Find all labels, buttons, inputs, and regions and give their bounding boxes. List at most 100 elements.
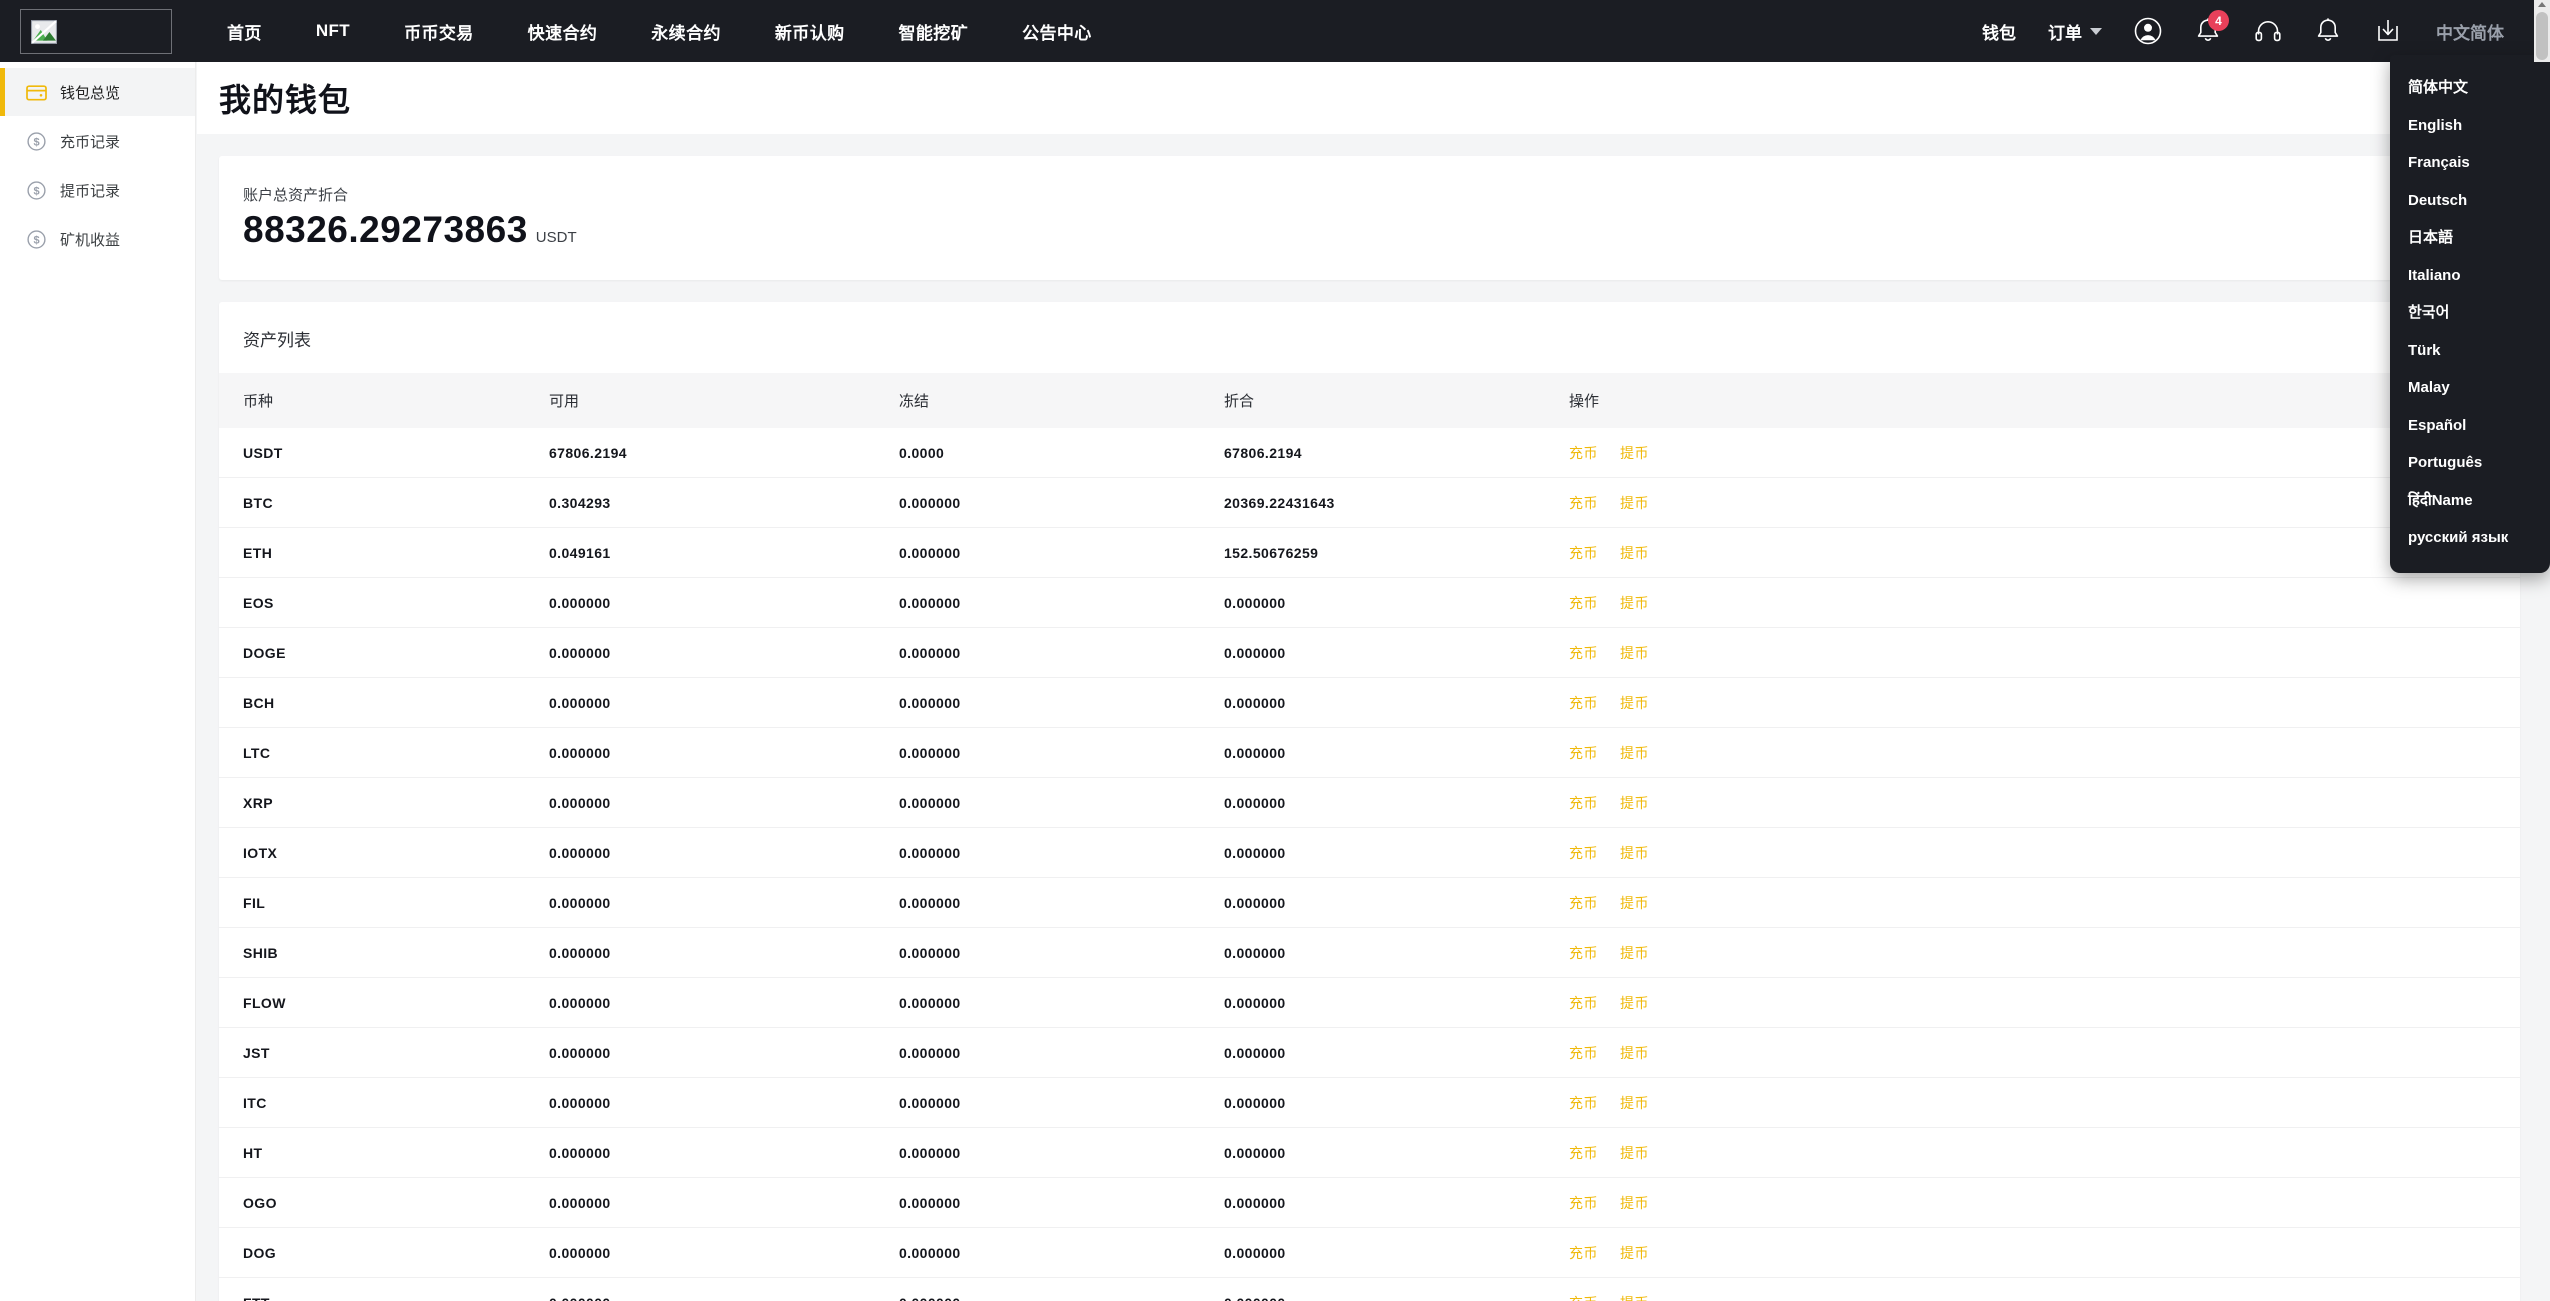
deposit-link[interactable]: 充币 bbox=[1569, 1195, 1598, 1211]
deposit-link[interactable]: 充币 bbox=[1569, 895, 1598, 911]
language-option-deutsch[interactable]: Deutsch bbox=[2390, 182, 2550, 220]
nav-item-announcements[interactable]: 公告中心 bbox=[995, 19, 1119, 44]
table-row: EOS 0.000000 0.000000 0.000000 充币 提币 bbox=[219, 577, 2520, 629]
deposit-link[interactable]: 充币 bbox=[1569, 945, 1598, 961]
cell-converted: 20369.22431643 bbox=[1224, 477, 1569, 529]
table-header-row: 币种 可用 冻结 折合 操作 bbox=[219, 372, 2520, 428]
language-option-italiano[interactable]: Italiano bbox=[2390, 257, 2550, 295]
table-row: OGO 0.000000 0.000000 0.000000 充币 提币 bbox=[219, 1177, 2520, 1229]
deposit-link[interactable]: 充币 bbox=[1569, 1245, 1598, 1261]
nav-item-smart-mining[interactable]: 智能挖矿 bbox=[872, 19, 996, 44]
scroll-up-arrow-icon[interactable] bbox=[2538, 2, 2546, 7]
withdraw-link[interactable]: 提币 bbox=[1620, 995, 1649, 1011]
deposit-link[interactable]: 充币 bbox=[1569, 495, 1598, 511]
language-option-korean[interactable]: 한국어 bbox=[2390, 294, 2550, 332]
deposit-link[interactable]: 充币 bbox=[1569, 1045, 1598, 1061]
scrollbar-thumb[interactable] bbox=[2536, 12, 2548, 60]
deposit-link[interactable]: 充币 bbox=[1569, 1095, 1598, 1111]
sidebar-item-withdrawal-records[interactable]: $ 提币记录 bbox=[0, 166, 195, 214]
withdraw-link[interactable]: 提币 bbox=[1620, 845, 1649, 861]
header-actions: 钱包 订单 4 中文简体 bbox=[1966, 0, 2550, 62]
user-circle-icon bbox=[2134, 17, 2162, 45]
nav-item-nft[interactable]: NFT bbox=[289, 21, 377, 41]
sidebar-item-deposit-records[interactable]: $ 充币记录 bbox=[0, 117, 195, 165]
table-row: ITC 0.000000 0.000000 0.000000 充币 提币 bbox=[219, 1077, 2520, 1129]
sidebar-item-label: 矿机收益 bbox=[60, 231, 121, 249]
language-option-japanese[interactable]: 日本語 bbox=[2390, 219, 2550, 257]
withdraw-link[interactable]: 提币 bbox=[1620, 1245, 1649, 1261]
cell-coin: JST bbox=[219, 1027, 549, 1079]
withdraw-link[interactable]: 提币 bbox=[1620, 945, 1649, 961]
cell-actions: 充币 提币 bbox=[1569, 777, 2520, 829]
deposit-link[interactable]: 充币 bbox=[1569, 795, 1598, 811]
withdraw-link[interactable]: 提币 bbox=[1620, 545, 1649, 561]
language-option-francais[interactable]: Français bbox=[2390, 144, 2550, 182]
language-option-russian[interactable]: русский язык bbox=[2390, 519, 2550, 557]
withdraw-link[interactable]: 提币 bbox=[1620, 695, 1649, 711]
sidebar-item-wallet-overview[interactable]: 钱包总览 bbox=[0, 68, 195, 116]
deposit-link[interactable]: 充币 bbox=[1569, 545, 1598, 561]
cell-frozen: 0.000000 bbox=[899, 527, 1224, 579]
withdraw-link[interactable]: 提币 bbox=[1620, 1095, 1649, 1111]
site-logo[interactable] bbox=[20, 8, 172, 54]
withdraw-link[interactable]: 提币 bbox=[1620, 645, 1649, 661]
nav-item-perpetual-contract[interactable]: 永续合约 bbox=[624, 19, 748, 44]
withdraw-link[interactable]: 提币 bbox=[1620, 595, 1649, 611]
messages-button[interactable]: 4 bbox=[2185, 8, 2231, 54]
sidebar-item-label: 钱包总览 bbox=[60, 84, 121, 102]
deposit-link[interactable]: 充币 bbox=[1569, 1145, 1598, 1161]
withdraw-link[interactable]: 提币 bbox=[1620, 1145, 1649, 1161]
language-dropdown-menu: 简体中文 English Français Deutsch 日本語 Italia… bbox=[2390, 55, 2550, 573]
wallet-button[interactable]: 钱包 bbox=[1966, 19, 2032, 44]
deposit-link[interactable]: 充币 bbox=[1569, 645, 1598, 661]
language-option-hindi[interactable]: हिंदीName bbox=[2390, 482, 2550, 520]
cell-actions: 充币 提币 bbox=[1569, 1127, 2520, 1179]
cell-actions: 充币 提币 bbox=[1569, 1177, 2520, 1229]
language-option-turk[interactable]: Türk bbox=[2390, 332, 2550, 370]
vertical-scrollbar[interactable] bbox=[2534, 0, 2550, 62]
cell-coin: XRP bbox=[219, 777, 549, 829]
table-row: SHIB 0.000000 0.000000 0.000000 充币 提币 bbox=[219, 927, 2520, 979]
nav-item-quick-contract[interactable]: 快速合约 bbox=[501, 19, 625, 44]
language-option-english[interactable]: English bbox=[2390, 107, 2550, 145]
orders-dropdown[interactable]: 订单 bbox=[2032, 19, 2118, 44]
cell-coin: SHIB bbox=[219, 927, 549, 979]
table-row: FIL 0.000000 0.000000 0.000000 充币 提币 bbox=[219, 877, 2520, 929]
sidebar-item-mining-earnings[interactable]: $ 矿机收益 bbox=[0, 215, 195, 263]
support-button[interactable] bbox=[2245, 8, 2291, 54]
withdraw-link[interactable]: 提币 bbox=[1620, 1295, 1649, 1301]
withdraw-link[interactable]: 提币 bbox=[1620, 745, 1649, 761]
language-option-espanol[interactable]: Español bbox=[2390, 407, 2550, 445]
deposit-link[interactable]: 充币 bbox=[1569, 745, 1598, 761]
download-app-button[interactable] bbox=[2365, 8, 2411, 54]
cell-frozen: 0.000000 bbox=[899, 1027, 1224, 1079]
cell-converted: 0.000000 bbox=[1224, 977, 1569, 1029]
deposit-link[interactable]: 充币 bbox=[1569, 995, 1598, 1011]
language-option-portugues[interactable]: Português bbox=[2390, 444, 2550, 482]
dollar-circle-icon: $ bbox=[25, 179, 47, 201]
language-selector[interactable]: 中文简体 bbox=[2418, 19, 2516, 44]
withdraw-link[interactable]: 提币 bbox=[1620, 795, 1649, 811]
withdraw-link[interactable]: 提币 bbox=[1620, 895, 1649, 911]
top-navigation-bar: 首页 NFT 币币交易 快速合约 永续合约 新币认购 智能挖矿 公告中心 钱包 … bbox=[0, 0, 2550, 62]
deposit-link[interactable]: 充币 bbox=[1569, 695, 1598, 711]
withdraw-link[interactable]: 提币 bbox=[1620, 1195, 1649, 1211]
nav-item-home[interactable]: 首页 bbox=[200, 19, 289, 44]
deposit-link[interactable]: 充币 bbox=[1569, 595, 1598, 611]
cell-frozen: 0.000000 bbox=[899, 827, 1224, 879]
download-icon bbox=[2378, 20, 2398, 41]
nav-item-new-coin-offering[interactable]: 新币认购 bbox=[748, 19, 872, 44]
nav-item-spot-trade[interactable]: 币币交易 bbox=[377, 19, 501, 44]
deposit-link[interactable]: 充币 bbox=[1569, 1295, 1598, 1301]
language-option-malay[interactable]: Malay bbox=[2390, 369, 2550, 407]
language-option-zh-cn[interactable]: 简体中文 bbox=[2390, 69, 2550, 107]
withdraw-link[interactable]: 提币 bbox=[1620, 445, 1649, 461]
table-row: LTC 0.000000 0.000000 0.000000 充币 提币 bbox=[219, 727, 2520, 779]
deposit-link[interactable]: 充币 bbox=[1569, 445, 1598, 461]
cell-converted: 0.000000 bbox=[1224, 727, 1569, 779]
notifications-button[interactable] bbox=[2305, 8, 2351, 54]
withdraw-link[interactable]: 提币 bbox=[1620, 495, 1649, 511]
withdraw-link[interactable]: 提币 bbox=[1620, 1045, 1649, 1061]
deposit-link[interactable]: 充币 bbox=[1569, 845, 1598, 861]
user-account-button[interactable] bbox=[2125, 8, 2171, 54]
